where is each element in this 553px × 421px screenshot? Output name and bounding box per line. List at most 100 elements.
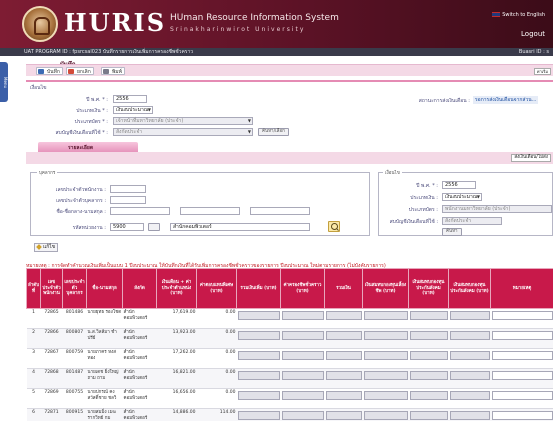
- remark-input[interactable]: [491, 311, 553, 320]
- amount-input[interactable]: [363, 351, 408, 360]
- table-row: 5 72869 800755 นายปกรณ์ คงสวัสดิ์ชาย ชลวิ สำ…: [26, 388, 553, 409]
- remark-input[interactable]: [491, 351, 553, 360]
- amount-input[interactable]: [237, 311, 280, 320]
- amount-input[interactable]: [281, 311, 324, 320]
- table-cell: 17,262.00: [156, 348, 197, 369]
- uk-flag-icon: [492, 12, 501, 17]
- amount-input[interactable]: [409, 371, 448, 380]
- search-year-input[interactable]: 2556: [442, 181, 476, 189]
- amount-input[interactable]: [325, 391, 362, 400]
- amount-input[interactable]: [363, 311, 408, 320]
- amount-input[interactable]: [237, 411, 280, 420]
- table-cell: [362, 408, 409, 421]
- amount-input[interactable]: [449, 331, 490, 340]
- staff-id-input[interactable]: [110, 185, 146, 193]
- salary-account-select[interactable]: สังกัดประจำ: [113, 128, 253, 136]
- table-cell: 3: [26, 348, 41, 369]
- amount-input[interactable]: [363, 411, 408, 420]
- amount-input[interactable]: [449, 391, 490, 400]
- program-id: UAT PROGRAM ID : fpsrcsal023 บันทึกรายกา…: [24, 49, 194, 55]
- year-input[interactable]: 2556: [113, 95, 147, 103]
- table-cell: [280, 308, 325, 329]
- dept-lookup-button[interactable]: [148, 223, 160, 231]
- amount-input[interactable]: [449, 411, 490, 420]
- remark-input[interactable]: [491, 391, 553, 400]
- money-type-select[interactable]: เงินงบประมาณ: [113, 106, 153, 114]
- save-button[interactable]: บันทึก: [36, 67, 63, 75]
- first-name-input[interactable]: [110, 207, 170, 215]
- remark-input[interactable]: [491, 331, 553, 340]
- table-cell: [362, 388, 409, 409]
- amount-input[interactable]: [325, 411, 362, 420]
- table-cell: [490, 368, 553, 389]
- amount-input[interactable]: [325, 331, 362, 340]
- amount-input[interactable]: [363, 371, 408, 380]
- tab-details[interactable]: รายละเอียด: [38, 142, 138, 152]
- search-staff-type-select[interactable]: พนักงานมหาวิทยาลัย (ประจำ): [442, 205, 552, 213]
- amount-input[interactable]: [409, 411, 448, 420]
- cancel-button[interactable]: ยกเลิก: [66, 67, 94, 75]
- table-cell: 5: [26, 388, 41, 409]
- amount-input[interactable]: [237, 331, 280, 340]
- amount-input[interactable]: [281, 351, 324, 360]
- staff-legend: บุคลากร: [37, 169, 58, 176]
- staff-type-select[interactable]: เจ้าหน้าที่มหาวิทยาลัย (ประจำ): [113, 117, 253, 125]
- table-cell: [280, 348, 325, 369]
- find-button[interactable]: ค้นหา: [442, 228, 462, 236]
- details-toolbar: ส่งเงินเดือน/ไม่ส่ง: [26, 152, 553, 164]
- table-cell: [490, 408, 553, 421]
- payroll-status-link[interactable]: รอการส่งเงินเดือนจากส่วน...: [473, 96, 539, 104]
- side-menu-tab[interactable]: Menu: [0, 62, 8, 102]
- amount-input[interactable]: [281, 391, 324, 400]
- table-cell: สำนัก คอมพิวเตอร์: [122, 308, 157, 329]
- amount-input[interactable]: [237, 391, 280, 400]
- amount-input[interactable]: [449, 371, 490, 380]
- print-button[interactable]: พิมพ์: [101, 67, 125, 75]
- print-label: พิมพ์: [112, 69, 122, 75]
- amount-input[interactable]: [325, 351, 362, 360]
- remark-input[interactable]: [491, 371, 553, 380]
- print-icon: [103, 69, 109, 74]
- table-cell: นายยุทธ รองโชด: [86, 308, 123, 329]
- amount-input[interactable]: [281, 331, 324, 340]
- table-cell: [324, 388, 363, 409]
- last-name-input[interactable]: [250, 207, 310, 215]
- send-salary-button[interactable]: ส่งเงินเดือน/ไม่ส่ง: [511, 154, 551, 162]
- amount-input[interactable]: [325, 311, 362, 320]
- program-bar: UAT PROGRAM ID : fpsrcsal023 บันทึกรายกา…: [0, 48, 553, 56]
- search-salary-select[interactable]: สังกัดประจำ: [442, 217, 502, 225]
- fullname-label: ชื่อ-ชื่อกลาง-นามสกุล :: [56, 209, 106, 215]
- table-cell: 801486: [62, 308, 87, 329]
- search-icon[interactable]: [328, 221, 340, 232]
- amount-input[interactable]: [449, 311, 490, 320]
- dept-code-input[interactable]: 5900: [110, 223, 144, 231]
- search-money-type-label: ประเภทเงิน :: [410, 195, 438, 201]
- amount-input[interactable]: [237, 351, 280, 360]
- citizen-id-input[interactable]: [110, 196, 146, 204]
- amount-input[interactable]: [409, 311, 448, 320]
- logout-link[interactable]: Logout: [521, 30, 545, 38]
- edit-button[interactable]: แก้ไข: [34, 243, 58, 252]
- reset-button[interactable]: ค่าเริ่ม: [533, 68, 551, 75]
- table-cell: น.ส.วิลลีมา ชำปรีย์: [86, 328, 123, 349]
- remark-input[interactable]: [491, 411, 553, 420]
- table-cell: 800807: [62, 328, 87, 349]
- amount-input[interactable]: [281, 371, 324, 380]
- amount-input[interactable]: [449, 351, 490, 360]
- amount-input[interactable]: [409, 391, 448, 400]
- middle-name-input[interactable]: [180, 207, 240, 215]
- amount-input[interactable]: [237, 371, 280, 380]
- amount-input[interactable]: [409, 331, 448, 340]
- table-cell: [280, 408, 325, 421]
- amount-input[interactable]: [363, 331, 408, 340]
- search-money-type-select[interactable]: เงินงบประมาณ: [442, 193, 482, 201]
- amount-input[interactable]: [363, 391, 408, 400]
- table-cell: 2: [26, 328, 41, 349]
- amount-input[interactable]: [281, 411, 324, 420]
- amount-input[interactable]: [325, 371, 362, 380]
- language-switch[interactable]: Switch to English: [492, 12, 545, 18]
- salary-account-search-button[interactable]: ค้นหา/เลือก: [258, 128, 289, 136]
- dept-name-input[interactable]: สำนักคอมพิวเตอร์: [170, 223, 310, 231]
- amount-input[interactable]: [409, 351, 448, 360]
- table-cell: 0.00: [196, 328, 237, 349]
